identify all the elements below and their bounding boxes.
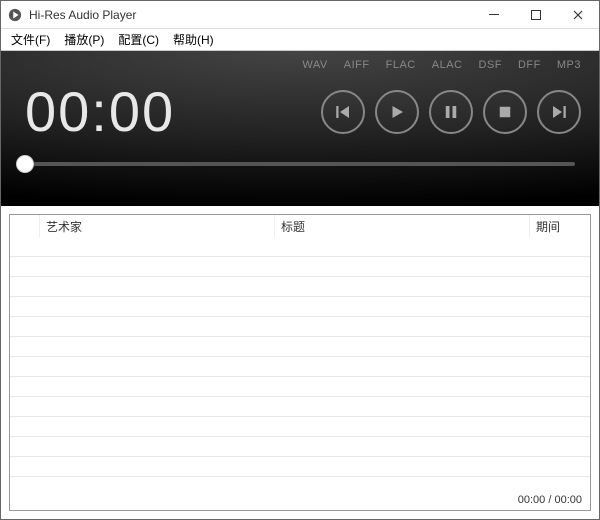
menu-config[interactable]: 配置(C): [112, 29, 165, 50]
format-alac: ALAC: [432, 59, 463, 71]
format-dff: DFF: [518, 59, 541, 71]
time-display: 00:00: [19, 79, 311, 144]
player-main-row: 00:00: [19, 79, 581, 144]
format-indicators: WAV AIFF FLAC ALAC DSF DFF MP3: [19, 59, 581, 71]
format-wav: WAV: [302, 59, 327, 71]
progress-handle[interactable]: [16, 155, 34, 173]
previous-button[interactable]: [321, 90, 365, 134]
status-bar: 00:00 / 00:00: [10, 490, 590, 510]
menu-help[interactable]: 帮助(H): [167, 29, 220, 50]
column-title[interactable]: 标题: [275, 215, 530, 237]
pause-button[interactable]: [429, 90, 473, 134]
format-aiff: AIFF: [344, 59, 370, 71]
window-title: Hi-Res Audio Player: [29, 8, 473, 22]
player-panel: WAV AIFF FLAC ALAC DSF DFF MP3 00:00: [1, 51, 599, 206]
app-icon: [7, 7, 23, 23]
next-button[interactable]: [537, 90, 581, 134]
stop-button[interactable]: [483, 90, 527, 134]
menu-bar: 文件(F) 播放(P) 配置(C) 帮助(H): [1, 29, 599, 51]
title-bar: Hi-Res Audio Player: [1, 1, 599, 29]
playlist-body[interactable]: [10, 237, 590, 490]
format-mp3: MP3: [557, 59, 581, 71]
minimize-button[interactable]: [473, 1, 515, 29]
transport-controls: [321, 90, 581, 134]
column-artist[interactable]: 艺术家: [40, 215, 275, 237]
format-dsf: DSF: [478, 59, 502, 71]
column-handle[interactable]: [10, 215, 40, 237]
format-flac: FLAC: [386, 59, 416, 71]
menu-file[interactable]: 文件(F): [5, 29, 56, 50]
playlist-header: 艺术家 标题 期间: [10, 215, 590, 237]
close-button[interactable]: [557, 1, 599, 29]
column-duration[interactable]: 期间: [530, 215, 590, 237]
playlist: 艺术家 标题 期间 00:00 / 00:00: [9, 214, 591, 511]
window-controls: [473, 1, 599, 29]
play-button[interactable]: [375, 90, 419, 134]
menu-play[interactable]: 播放(P): [58, 29, 110, 50]
maximize-button[interactable]: [515, 1, 557, 29]
progress-bar[interactable]: [25, 162, 575, 166]
position-counter: 00:00 / 00:00: [518, 494, 582, 506]
